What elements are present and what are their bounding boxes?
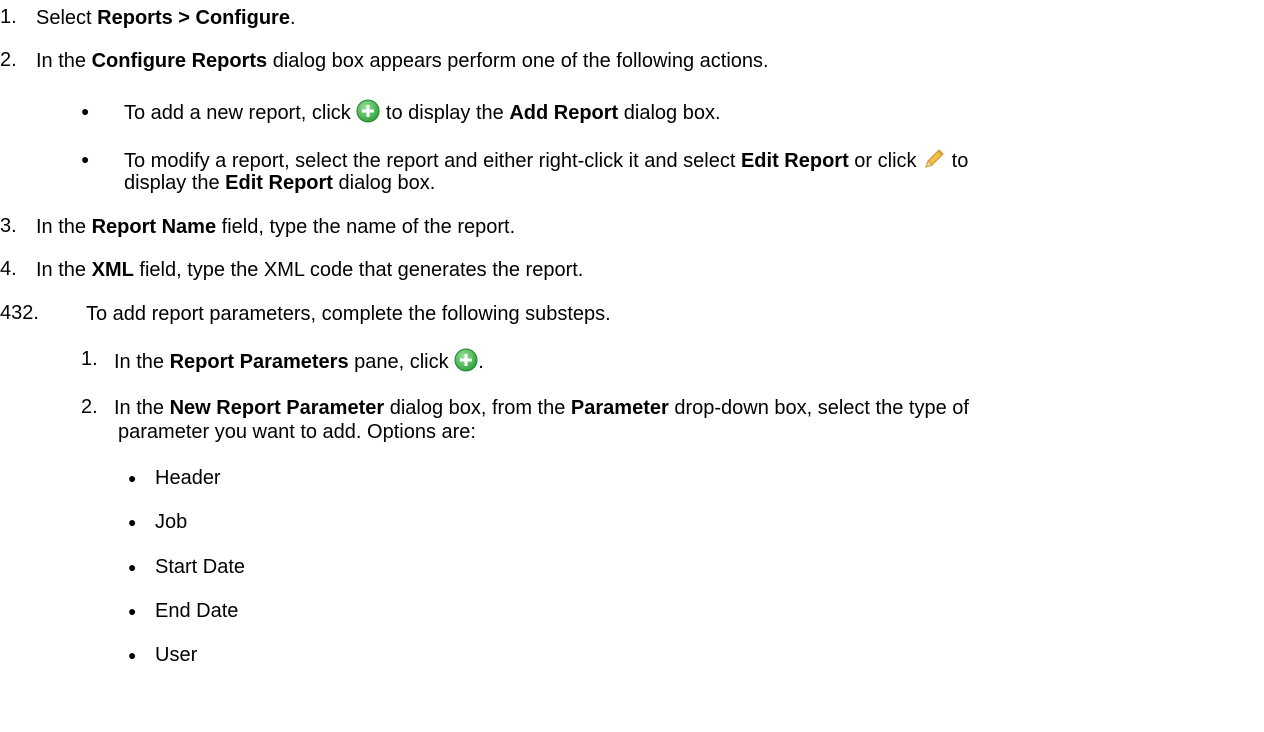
step-4-text: In the (36, 259, 92, 281)
substep-2: In the New Report Parameter dialog box, … (114, 396, 969, 420)
step-2: In the Configure Reports dialog box appe… (36, 49, 769, 73)
step-3-end: field, type the name of the report. (216, 216, 516, 238)
step-1-number: 1. (0, 6, 17, 28)
bullet-modify-line2: display the Edit Report dialog box. (124, 171, 435, 195)
add-icon (356, 99, 380, 129)
document-page: 1. Select Reports > Configure. 2. In the… (0, 0, 1264, 732)
bullet-modify-text: To modify a report, select the report an… (124, 150, 741, 172)
bullet-modify-line2-text: display the (124, 172, 226, 194)
option-item: End Date (155, 600, 239, 622)
step-2-text: In the (36, 50, 92, 72)
bullet-add-text: To add a new report, click (124, 102, 357, 124)
add-icon (454, 348, 478, 378)
substep-2-number: 2. (81, 396, 98, 418)
substep-1-bold: Report Parameters (169, 351, 349, 373)
bullet-add-mid: to display the (380, 102, 510, 124)
option-item: Job (155, 511, 188, 533)
step-4-end: field, type the XML code that generates … (133, 259, 584, 281)
step-5-number: 432. (0, 302, 39, 324)
substep-2-mid: dialog box, from the (384, 397, 571, 419)
substep-1-mid: pane, click (348, 351, 455, 373)
step-1-bold: Reports > Configure (97, 7, 290, 29)
step-3-text: In the (36, 216, 92, 238)
substep-1-text: In the (114, 351, 170, 373)
step-4-bold: XML (91, 259, 134, 281)
bullet-dot: ● (128, 559, 137, 575)
option-item: Start Date (155, 556, 246, 578)
bullet-modify-line2-end: dialog box. (332, 172, 436, 194)
substep-1-end: . (478, 351, 484, 373)
substep-2-bold2: Parameter (570, 397, 669, 419)
bullet-modify-bold: Edit Report (740, 150, 849, 172)
bullet-add-bold: Add Report (509, 102, 619, 124)
bullet-dot: ● (81, 151, 90, 167)
pencil-icon (922, 147, 946, 177)
step-5: To add report parameters, complete the f… (86, 303, 611, 325)
step-4-number: 4. (0, 258, 17, 280)
option-item: Header (155, 467, 221, 489)
step-2-end: dialog box appears perform one of the fo… (267, 50, 769, 72)
bullet-modify-line2-bold: Edit Report (225, 172, 333, 194)
bullet-modify-to: to (946, 150, 969, 172)
bullet-dot: ● (128, 514, 137, 530)
step-2-bold: Configure Reports (91, 50, 268, 72)
bullet-dot: ● (81, 103, 90, 119)
substep-2-end: drop-down box, select the type of (668, 397, 969, 419)
bullet-add-report: To add a new report, click to display th… (124, 99, 721, 129)
substep-2-bold1: New Report Parameter (169, 397, 385, 419)
step-1-end: . (289, 7, 296, 29)
step-1-text: Select (36, 7, 98, 29)
substep-1: In the Report Parameters pane, click . (114, 348, 484, 378)
substep-1-number: 1. (81, 348, 98, 370)
step-3-number: 3. (0, 215, 17, 237)
step-3-bold: Report Name (91, 216, 217, 238)
step-2-number: 2. (0, 49, 17, 71)
bullet-modify-mid: or click (848, 150, 923, 172)
bullet-dot: ● (128, 647, 137, 663)
step-1: Select Reports > Configure. (36, 6, 296, 30)
step-4: In the XML field, type the XML code that… (36, 258, 583, 282)
bullet-dot: ● (128, 603, 137, 619)
step-3: In the Report Name field, type the name … (36, 215, 515, 239)
bullet-add-end: dialog box. (618, 102, 721, 124)
substep-2-line2: parameter you want to add. Options are: (118, 421, 476, 443)
bullet-dot: ● (128, 470, 137, 486)
option-item: User (155, 644, 198, 666)
substep-2-text: In the (114, 397, 170, 419)
